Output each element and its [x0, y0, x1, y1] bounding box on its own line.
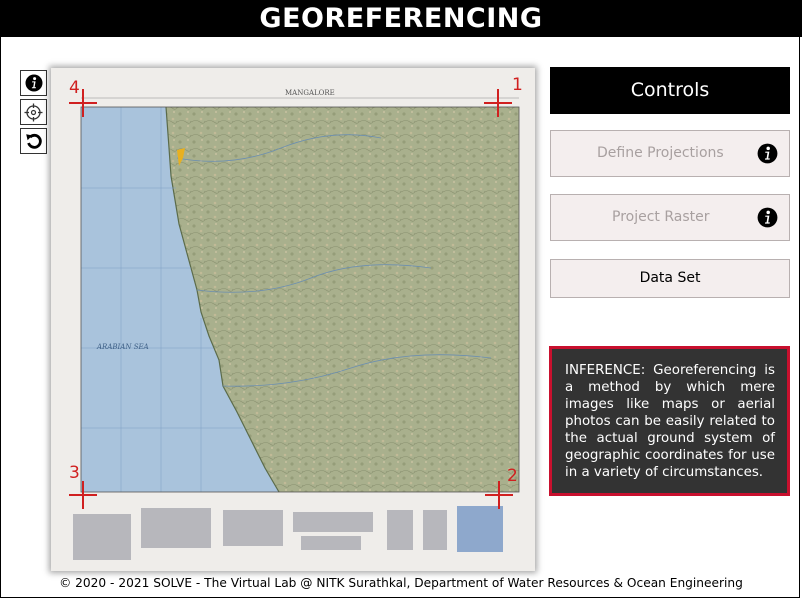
- info-icon[interactable]: [757, 143, 778, 164]
- define-projections-button[interactable]: Define Projections: [550, 130, 790, 177]
- sea-label: ARABIAN SEA: [96, 343, 149, 351]
- reset-button[interactable]: [20, 128, 47, 154]
- reference-marker-1[interactable]: [484, 89, 512, 117]
- marker-label-4: 4: [69, 78, 80, 98]
- data-set-button[interactable]: Data Set: [550, 259, 790, 298]
- define-projections-label: Define Projections: [597, 145, 724, 161]
- info-icon[interactable]: [757, 207, 778, 228]
- inference-panel: INFERENCE: Georeferencing is a method by…: [549, 346, 790, 496]
- map-sheet-title: MANGALORE: [285, 89, 335, 97]
- page-title: GEOREFERENCING: [0, 0, 802, 37]
- marker-label-2: 2: [507, 466, 518, 486]
- reset-icon: [25, 133, 42, 149]
- topographic-map-image: MANGALORE ARABIAN SEA: [51, 68, 535, 571]
- marker-label-3: 3: [69, 463, 80, 483]
- info-icon: [25, 74, 42, 92]
- map-toolbar: [20, 70, 47, 157]
- project-raster-button[interactable]: Project Raster: [550, 194, 790, 241]
- project-raster-label: Project Raster: [612, 209, 710, 225]
- marker-label-1: 1: [512, 75, 523, 95]
- georeference-point-button[interactable]: [20, 99, 47, 125]
- reference-marker-3[interactable]: [69, 481, 97, 509]
- crosshair-icon: [24, 103, 43, 121]
- controls-title: Controls: [550, 67, 790, 114]
- footer-credits: © 2020 - 2021 SOLVE - The Virtual Lab @ …: [59, 576, 743, 590]
- info-button[interactable]: [20, 70, 47, 96]
- map-canvas[interactable]: MANGALORE ARABIAN SEA 4 1 3 2: [51, 68, 535, 571]
